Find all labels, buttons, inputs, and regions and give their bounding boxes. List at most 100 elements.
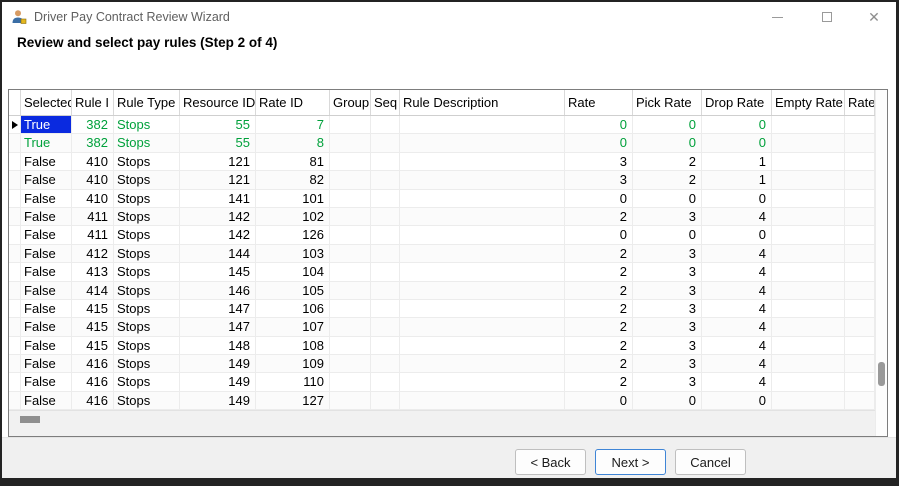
cell-rate_2[interactable] [845, 153, 875, 170]
cell-rule_type[interactable]: Stops [114, 116, 180, 133]
grid-row[interactable]: False410Stops12182321 [9, 171, 875, 189]
column-header-selected[interactable]: Selected [21, 90, 72, 115]
cell-seq[interactable] [371, 153, 400, 170]
cell-resource_id[interactable]: 147 [180, 300, 256, 317]
cell-rule_id[interactable]: 415 [72, 300, 114, 317]
cell-rule_type[interactable]: Stops [114, 226, 180, 243]
column-header-resource_id[interactable]: Resource ID [180, 90, 256, 115]
cell-rate_id[interactable]: 127 [256, 392, 330, 409]
cell-rule_description[interactable] [400, 116, 565, 133]
grid-row[interactable]: False410Stops12181321 [9, 153, 875, 171]
cancel-button[interactable]: Cancel [675, 449, 746, 475]
cell-resource_id[interactable]: 55 [180, 116, 256, 133]
cell-rate_id[interactable]: 103 [256, 245, 330, 262]
cell-rule_type[interactable]: Stops [114, 392, 180, 409]
cell-group[interactable] [330, 116, 371, 133]
horizontal-scrollbar-thumb[interactable] [20, 416, 40, 423]
cell-empty_rate[interactable] [772, 208, 845, 225]
cell-pick_rate[interactable]: 0 [633, 190, 702, 207]
cell-rule_id[interactable]: 415 [72, 318, 114, 335]
cell-resource_id[interactable]: 149 [180, 373, 256, 390]
cell-drop_rate[interactable]: 0 [702, 116, 772, 133]
cell-drop_rate[interactable]: 4 [702, 263, 772, 280]
cell-rate[interactable]: 0 [565, 190, 633, 207]
cell-pick_rate[interactable]: 0 [633, 134, 702, 151]
cell-resource_id[interactable]: 149 [180, 355, 256, 372]
cell-rate_2[interactable] [845, 355, 875, 372]
column-header-group[interactable]: Group [330, 90, 371, 115]
cell-drop_rate[interactable]: 4 [702, 300, 772, 317]
cell-rule_id[interactable]: 416 [72, 355, 114, 372]
grid-row[interactable]: False411Stops142126000 [9, 226, 875, 244]
cell-selected[interactable]: False [21, 153, 72, 170]
cell-resource_id[interactable]: 148 [180, 337, 256, 354]
cell-rate[interactable]: 2 [565, 337, 633, 354]
cell-rate_2[interactable] [845, 318, 875, 335]
cell-group[interactable] [330, 373, 371, 390]
cell-group[interactable] [330, 134, 371, 151]
cell-drop_rate[interactable]: 4 [702, 282, 772, 299]
minimize-button[interactable] [760, 2, 794, 32]
cell-rate[interactable]: 2 [565, 373, 633, 390]
cell-selected[interactable]: False [21, 392, 72, 409]
cell-rule_type[interactable]: Stops [114, 190, 180, 207]
cell-rule_description[interactable] [400, 245, 565, 262]
cell-empty_rate[interactable] [772, 282, 845, 299]
cell-rate[interactable]: 3 [565, 153, 633, 170]
cell-rate[interactable]: 2 [565, 355, 633, 372]
cell-group[interactable] [330, 300, 371, 317]
cell-empty_rate[interactable] [772, 300, 845, 317]
cell-rule_description[interactable] [400, 171, 565, 188]
cell-rule_description[interactable] [400, 300, 565, 317]
cell-empty_rate[interactable] [772, 392, 845, 409]
cell-rate_id[interactable]: 104 [256, 263, 330, 280]
grid-row[interactable]: False411Stops142102234 [9, 208, 875, 226]
cell-pick_rate[interactable]: 3 [633, 355, 702, 372]
cell-group[interactable] [330, 153, 371, 170]
cell-rate_id[interactable]: 7 [256, 116, 330, 133]
cell-rate[interactable]: 3 [565, 171, 633, 188]
cell-rule_description[interactable] [400, 337, 565, 354]
cell-rate[interactable]: 2 [565, 263, 633, 280]
cell-rule_id[interactable]: 416 [72, 373, 114, 390]
cell-group[interactable] [330, 355, 371, 372]
cell-selected[interactable]: False [21, 282, 72, 299]
cell-group[interactable] [330, 171, 371, 188]
cell-rate_id[interactable]: 108 [256, 337, 330, 354]
cell-rate_id[interactable]: 81 [256, 153, 330, 170]
cell-rate_id[interactable]: 107 [256, 318, 330, 335]
cell-drop_rate[interactable]: 1 [702, 153, 772, 170]
cell-resource_id[interactable]: 121 [180, 153, 256, 170]
cell-empty_rate[interactable] [772, 190, 845, 207]
cell-empty_rate[interactable] [772, 245, 845, 262]
cell-empty_rate[interactable] [772, 318, 845, 335]
cell-rule_description[interactable] [400, 373, 565, 390]
column-header-seq[interactable]: Seq [371, 90, 400, 115]
grid-row[interactable]: False413Stops145104234 [9, 263, 875, 281]
cell-rate_2[interactable] [845, 190, 875, 207]
column-header-rule_description[interactable]: Rule Description [400, 90, 565, 115]
cell-seq[interactable] [371, 282, 400, 299]
cell-selected[interactable]: False [21, 171, 72, 188]
cell-pick_rate[interactable]: 3 [633, 208, 702, 225]
cell-resource_id[interactable]: 55 [180, 134, 256, 151]
cell-selected[interactable]: True [21, 116, 72, 133]
cell-rule_type[interactable]: Stops [114, 245, 180, 262]
cell-selected[interactable]: False [21, 373, 72, 390]
cell-rule_description[interactable] [400, 263, 565, 280]
cell-empty_rate[interactable] [772, 355, 845, 372]
cell-drop_rate[interactable]: 0 [702, 392, 772, 409]
grid-row[interactable]: False415Stops147107234 [9, 318, 875, 336]
grid-row[interactable]: False415Stops148108234 [9, 337, 875, 355]
cell-group[interactable] [330, 392, 371, 409]
cell-group[interactable] [330, 245, 371, 262]
cell-rule_type[interactable]: Stops [114, 208, 180, 225]
cell-rate_2[interactable] [845, 226, 875, 243]
next-button[interactable]: Next > [595, 449, 666, 475]
cell-seq[interactable] [371, 392, 400, 409]
back-button[interactable]: < Back [515, 449, 586, 475]
cell-drop_rate[interactable]: 4 [702, 245, 772, 262]
grid-row[interactable]: True382Stops557000 [9, 116, 875, 134]
cell-rate_2[interactable] [845, 208, 875, 225]
cell-pick_rate[interactable]: 2 [633, 153, 702, 170]
